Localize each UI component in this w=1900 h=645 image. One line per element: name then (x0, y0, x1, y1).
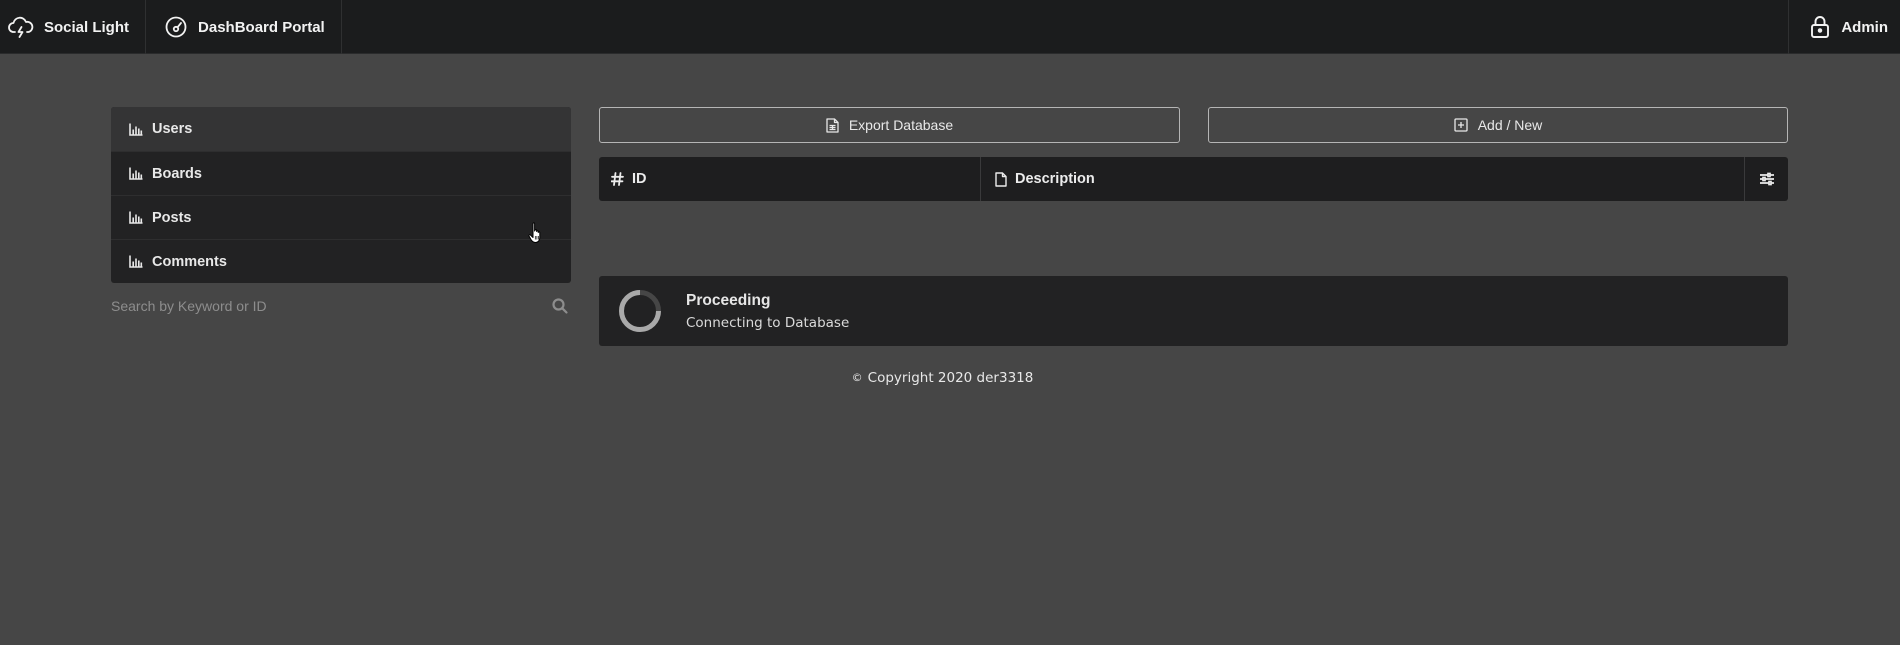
speedometer-icon (165, 16, 187, 38)
hash-icon (611, 172, 624, 186)
sidebar-item-comments[interactable]: Comments (111, 239, 571, 283)
plus-square-icon (1454, 118, 1468, 132)
dashboard-portal-link[interactable]: DashBoard Portal (146, 0, 342, 54)
export-label: Export Database (848, 117, 954, 133)
sidebar-search (111, 293, 571, 319)
sidebar-item-label: Posts (152, 209, 192, 226)
search-icon[interactable] (551, 297, 569, 315)
column-header-description[interactable]: Description (981, 157, 1745, 201)
sidebar-item-boards[interactable]: Boards (111, 151, 571, 195)
search-input[interactable] (111, 298, 551, 314)
loading-spinner-icon (619, 290, 661, 332)
copyright-text: Copyright 2020 der3318 (867, 370, 1034, 386)
admin-label: Admin (1841, 18, 1888, 36)
admin-link[interactable]: Admin (1788, 0, 1900, 54)
bar-chart-icon (129, 255, 143, 268)
loading-message: Proceeding Connecting to Database (599, 276, 1788, 346)
sidebar-item-posts[interactable]: Posts (111, 195, 571, 239)
table-header: ID Description (599, 157, 1788, 201)
bar-chart-icon (129, 211, 143, 224)
export-database-button[interactable]: Export Database (599, 107, 1180, 143)
sidebar-item-label: Boards (152, 165, 202, 182)
column-label: Description (1015, 171, 1095, 187)
sidebar-menu: Users Boards Posts Comments (111, 107, 571, 283)
top-navbar: Social Light DashBoard Portal Admin (0, 0, 1900, 54)
portal-label: DashBoard Portal (198, 18, 325, 36)
column-header-id[interactable]: ID (599, 157, 981, 201)
footer: © Copyright 2020 der3318 (0, 370, 1900, 386)
loading-title: Proceeding (686, 291, 771, 309)
add-label: Add / New (1477, 117, 1543, 133)
bar-chart-icon (129, 123, 143, 136)
column-label: ID (632, 171, 647, 187)
column-options-button[interactable] (1745, 157, 1788, 201)
file-icon (995, 171, 1007, 187)
brand-link[interactable]: Social Light (0, 0, 147, 54)
bar-chart-icon (129, 167, 143, 180)
sliders-icon (1759, 172, 1774, 186)
hand-cursor-icon (528, 222, 541, 243)
brand-label: Social Light (44, 18, 130, 36)
add-new-button[interactable]: Add / New (1208, 107, 1788, 143)
file-spreadsheet-icon (826, 117, 839, 133)
sidebar-item-label: Users (152, 121, 193, 137)
cloud-lightning-icon (8, 16, 34, 38)
copyright-icon: © (851, 370, 863, 384)
sidebar-item-users[interactable]: Users (111, 107, 571, 151)
loading-subtitle: Connecting to Database (686, 314, 850, 331)
sidebar-item-label: Comments (152, 253, 227, 270)
lock-icon (1811, 16, 1830, 38)
